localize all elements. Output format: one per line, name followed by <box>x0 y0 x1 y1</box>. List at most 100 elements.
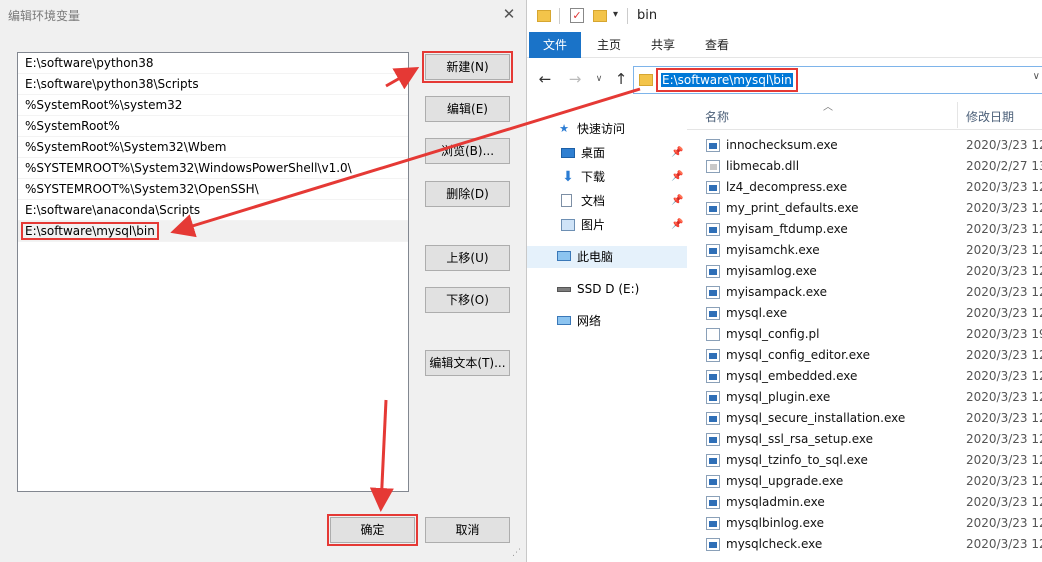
address-input[interactable]: E:\software\mysql\bin <box>656 68 798 92</box>
nav-documents[interactable]: 文档 📌 <box>527 190 687 212</box>
folder-icon <box>639 74 653 86</box>
tab-home[interactable]: 主页 <box>591 32 627 58</box>
path-item[interactable]: %SystemRoot%\System32\Wbem <box>18 137 408 158</box>
tab-share[interactable]: 共享 <box>645 32 681 58</box>
browse-button[interactable]: 浏览(B)... <box>425 138 510 164</box>
path-item[interactable]: %SYSTEMROOT%\System32\WindowsPowerShell\… <box>18 158 408 179</box>
column-name[interactable]: 名称 <box>705 108 729 125</box>
path-item[interactable]: %SystemRoot% <box>18 116 408 137</box>
exe-file-icon <box>706 412 720 425</box>
file-row[interactable]: mysqlcheck.exe 2020/3/23 12 <box>687 534 1042 555</box>
file-row[interactable]: myisampack.exe 2020/3/23 12 <box>687 282 1042 303</box>
file-row[interactable]: myisamlog.exe 2020/3/23 12 <box>687 261 1042 282</box>
file-date: 2020/3/23 12 <box>966 474 1042 488</box>
file-row[interactable]: mysql_upgrade.exe 2020/3/23 12 <box>687 471 1042 492</box>
file-row[interactable]: mysql_embedded.exe 2020/3/23 12 <box>687 366 1042 387</box>
nav-pictures[interactable]: 图片 📌 <box>527 214 687 236</box>
pin-icon[interactable]: 📌 <box>671 142 683 164</box>
picture-icon <box>561 219 575 231</box>
nav-downloads[interactable]: ⬇ 下载 📌 <box>527 166 687 188</box>
address-bar[interactable]: E:\software\mysql\bin ∨ <box>633 66 1042 94</box>
up-arrow-icon[interactable]: ↑ <box>611 69 631 89</box>
folder-icon <box>537 10 551 22</box>
pin-icon[interactable]: 📌 <box>671 214 683 236</box>
computer-icon <box>557 251 571 261</box>
exe-file-icon <box>706 223 720 236</box>
move-down-button[interactable]: 下移(O) <box>425 287 510 313</box>
file-name: mysql_secure_installation.exe <box>726 411 906 425</box>
new-folder-icon[interactable] <box>593 10 607 22</box>
forward-arrow-icon[interactable]: → <box>565 69 585 89</box>
chevron-down-icon[interactable]: ∨ <box>1033 71 1040 82</box>
column-date[interactable]: 修改日期 <box>966 108 1014 125</box>
chevron-down-icon[interactable]: ▾ <box>613 9 618 20</box>
file-row[interactable]: mysql_plugin.exe 2020/3/23 12 <box>687 387 1042 408</box>
file-date: 2020/3/23 12 <box>966 411 1042 425</box>
nav-this-pc[interactable]: 此电脑 <box>527 246 687 268</box>
path-item[interactable]: E:\software\python38 <box>18 53 408 74</box>
dialog-title: 编辑环境变量 <box>8 9 81 23</box>
nav-network[interactable]: 网络 <box>527 310 687 332</box>
exe-file-icon <box>706 244 720 257</box>
ok-button[interactable]: 确定 <box>327 514 418 546</box>
file-row[interactable]: mysqladmin.exe 2020/3/23 12 <box>687 492 1042 513</box>
file-row[interactable]: libmecab.dll 2020/2/27 13 <box>687 156 1042 177</box>
network-icon <box>557 316 571 325</box>
file-date: 2020/3/23 12 <box>966 138 1042 152</box>
properties-icon[interactable]: ✓ <box>570 8 584 23</box>
file-name: mysql_tzinfo_to_sql.exe <box>726 453 868 467</box>
file-name: myisampack.exe <box>726 285 828 299</box>
file-name: mysql_plugin.exe <box>726 390 831 404</box>
path-item[interactable]: E:\software\anaconda\Scripts <box>18 200 408 221</box>
file-row[interactable]: mysql_ssl_rsa_setup.exe 2020/3/23 12 <box>687 429 1042 450</box>
file-row[interactable]: mysql_config.pl 2020/3/23 19 <box>687 324 1042 345</box>
document-icon <box>561 194 572 207</box>
file-row[interactable]: mysql_config_editor.exe 2020/3/23 12 <box>687 345 1042 366</box>
move-up-button[interactable]: 上移(U) <box>425 245 510 271</box>
back-arrow-icon[interactable]: ← <box>535 69 555 89</box>
drive-icon <box>557 287 571 292</box>
file-row[interactable]: myisamchk.exe 2020/3/23 12 <box>687 240 1042 261</box>
pin-icon[interactable]: 📌 <box>671 190 683 212</box>
exe-file-icon <box>706 538 720 551</box>
pin-icon[interactable]: 📌 <box>671 166 683 188</box>
file-name: myisam_ftdump.exe <box>726 222 848 236</box>
file-row[interactable]: mysql_tzinfo_to_sql.exe 2020/3/23 12 <box>687 450 1042 471</box>
delete-button[interactable]: 删除(D) <box>425 181 510 207</box>
file-row[interactable]: lz4_decompress.exe 2020/3/23 12 <box>687 177 1042 198</box>
path-item[interactable]: E:\software\python38\Scripts <box>18 74 408 95</box>
nav-quick-access[interactable]: ★ 快速访问 <box>527 118 687 140</box>
file-row[interactable]: mysqlbinlog.exe 2020/3/23 12 <box>687 513 1042 534</box>
file-row[interactable]: my_print_defaults.exe 2020/3/23 12 <box>687 198 1042 219</box>
navigation-pane: ★ 快速访问 桌面 📌 ⬇ 下载 📌 文档 📌 图片 📌 此电脑 SSD D (… <box>527 100 687 562</box>
star-icon: ★ <box>559 122 569 135</box>
new-button[interactable]: 新建(N) <box>422 51 513 83</box>
file-row[interactable]: mysql.exe 2020/3/23 12 <box>687 303 1042 324</box>
desktop-icon <box>561 148 575 158</box>
nav-desktop[interactable]: 桌面 📌 <box>527 142 687 164</box>
cancel-button[interactable]: 取消 <box>425 517 510 543</box>
chevron-down-icon[interactable]: ∨ <box>589 69 609 89</box>
exe-file-icon <box>706 139 720 152</box>
file-row[interactable]: innochecksum.exe 2020/3/23 12 <box>687 135 1042 156</box>
path-item[interactable]: %SystemRoot%\system32 <box>18 95 408 116</box>
path-item-selected[interactable]: E:\software\mysql\bin <box>18 221 408 242</box>
tab-file[interactable]: 文件 <box>529 32 581 58</box>
edit-button[interactable]: 编辑(E) <box>425 96 510 122</box>
file-date: 2020/3/23 12 <box>966 516 1042 530</box>
file-date: 2020/3/23 12 <box>966 537 1042 551</box>
tab-view[interactable]: 查看 <box>699 32 735 58</box>
file-name: mysqladmin.exe <box>726 495 825 509</box>
nav-drive[interactable]: SSD D (E:) <box>527 278 687 300</box>
path-item[interactable]: %SYSTEMROOT%\System32\OpenSSH\ <box>18 179 408 200</box>
file-row[interactable]: mysql_secure_installation.exe 2020/3/23 1… <box>687 408 1042 429</box>
file-list: 名称 ︿ 修改日期 innochecksum.exe 2020/3/23 12 li… <box>687 98 1042 562</box>
column-divider[interactable] <box>957 102 958 128</box>
edit-text-button[interactable]: 编辑文本(T)... <box>425 350 510 376</box>
file-name: mysql_config.pl <box>726 327 820 341</box>
resize-grip-icon[interactable]: ⋰ <box>512 548 522 558</box>
file-row[interactable]: myisam_ftdump.exe 2020/3/23 12 <box>687 219 1042 240</box>
file-name: innochecksum.exe <box>726 138 838 152</box>
close-icon[interactable]: ✕ <box>498 3 520 25</box>
path-list[interactable]: E:\software\python38 E:\software\python3… <box>17 52 409 492</box>
